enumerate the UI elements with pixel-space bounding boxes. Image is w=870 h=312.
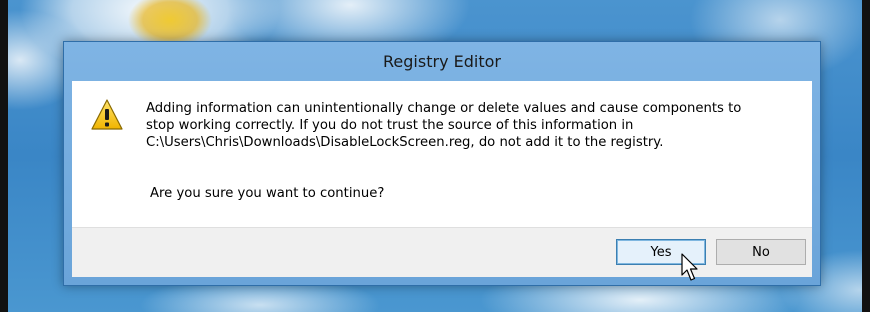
screen-edge-right bbox=[862, 0, 870, 312]
dialog-button-bar: Yes No bbox=[72, 227, 812, 277]
message-line: stop working correctly. If you do not tr… bbox=[146, 118, 634, 133]
dialog-title: Registry Editor bbox=[383, 52, 501, 71]
warning-icon bbox=[91, 99, 123, 130]
message-line: C:\Users\Chris\Downloads\DisableLockScre… bbox=[146, 135, 664, 150]
yes-button[interactable]: Yes bbox=[616, 239, 706, 265]
screen-edge-left bbox=[0, 0, 8, 312]
dialog-client-area: Adding information can unintentionally c… bbox=[72, 81, 812, 277]
warning-message: Adding information can unintentionally c… bbox=[146, 100, 806, 151]
dialog-content: Adding information can unintentionally c… bbox=[72, 81, 812, 227]
no-button[interactable]: No bbox=[716, 239, 806, 265]
registry-editor-dialog: Registry Editor Adding information can u… bbox=[63, 41, 821, 286]
confirm-question: Are you sure you want to continue? bbox=[150, 186, 385, 201]
dialog-titlebar[interactable]: Registry Editor bbox=[64, 42, 820, 81]
message-line: Adding information can unintentionally c… bbox=[146, 101, 742, 116]
